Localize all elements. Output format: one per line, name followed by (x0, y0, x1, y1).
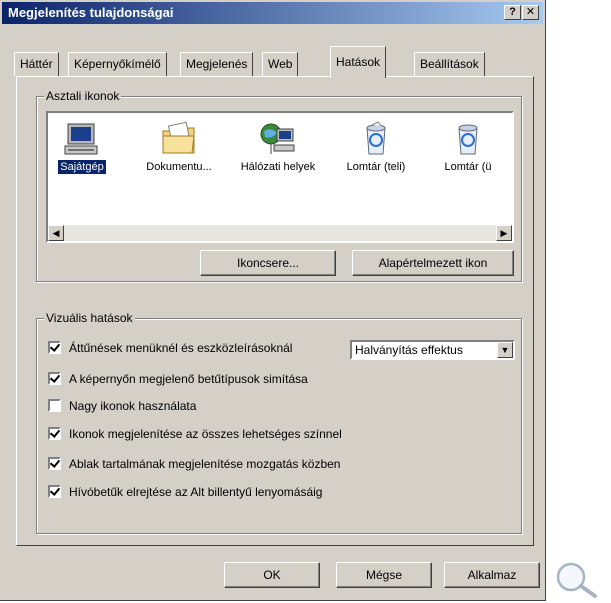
scroll-left-arrow-icon[interactable]: ◀ (48, 225, 64, 241)
checkbox-large-icons[interactable] (48, 399, 61, 413)
checkbox-transitions-label: Áttűnések menüknél és eszközleírásoknál (69, 340, 293, 355)
icon-item-network-places[interactable]: Hálózati helyek (230, 121, 326, 174)
checkbox-font-smoothing[interactable] (48, 372, 61, 386)
tab-appearance[interactable]: Megjelenés (180, 52, 254, 76)
desktop-icon-list[interactable]: Sajátgép Dokumentu... Hálózati helyek Lo… (46, 111, 514, 243)
checkbox-large-icons-label: Nagy ikonok használata (69, 398, 197, 413)
icon-item-documents[interactable]: Dokumentu... (134, 121, 224, 174)
recycle-bin-empty-icon (458, 124, 478, 155)
transition-effect-value: Halványítás effektus (355, 343, 463, 357)
computer-icon (64, 123, 98, 155)
display-properties-dialog: Megjelenítés tulajdonságai ? ✕ Háttér Ké… (0, 0, 546, 601)
tab-screensaver[interactable]: Képernyőkímélő (68, 52, 167, 76)
icon-list-horizontal-scrollbar[interactable]: ◀ ▶ (48, 225, 512, 241)
checkbox-transitions[interactable] (48, 341, 61, 355)
recycle-bin-full-icon (366, 121, 386, 155)
tab-effects[interactable]: Hatások (330, 46, 387, 78)
chevron-down-icon[interactable]: ▼ (497, 342, 513, 358)
checkbox-all-colors[interactable] (48, 427, 61, 441)
checkbox-hide-underlines-label: Hívóbetűk elrejtése az Alt billentyű len… (69, 484, 323, 499)
checkbox-hide-underlines[interactable] (48, 485, 61, 499)
icon-item-recycle-bin-empty[interactable]: Lomtár (ü (428, 121, 508, 174)
scroll-right-arrow-icon[interactable]: ▶ (496, 225, 512, 241)
default-icon-button[interactable]: Alapértelmezett ikon (352, 250, 514, 276)
ok-button[interactable]: OK (224, 562, 320, 588)
change-icon-button[interactable]: Ikoncsere... (200, 250, 336, 276)
icon-label-recycle-bin-full: Lomtár (teli) (346, 161, 406, 173)
checkbox-all-colors-label: Ikonok megjelenítése az összes lehetsége… (69, 426, 342, 441)
help-button[interactable]: ? (504, 5, 521, 20)
checkbox-large-icons-row[interactable]: Nagy ikonok használata (48, 398, 196, 418)
cancel-button[interactable]: Mégse (336, 562, 432, 588)
checkbox-all-colors-row[interactable]: Ikonok megjelenítése az összes lehetsége… (48, 426, 342, 446)
visual-effects-group-label: Vizuális hatások (44, 311, 135, 325)
window-title: Megjelenítés tulajdonságai (8, 5, 174, 20)
desktop-icons-group-label: Asztali ikonok (44, 89, 122, 103)
tab-background[interactable]: Háttér (14, 52, 59, 76)
checkbox-drag-contents-row[interactable]: Ablak tartalmának megjelenítése mozgatás… (48, 456, 340, 476)
checkbox-drag-contents-label: Ablak tartalmának megjelenítése mozgatás… (69, 456, 341, 471)
icon-label-computer: Sajátgép (57, 159, 107, 175)
icon-label-recycle-bin-empty: Lomtár (ü (444, 161, 492, 173)
icon-label-documents: Dokumentu... (146, 161, 212, 173)
icon-item-recycle-bin-full[interactable]: Lomtár (teli) (336, 121, 416, 174)
checkbox-font-smoothing-label: A képernyőn megjelenő betűtípusok simítá… (69, 371, 308, 386)
checkbox-transitions-row[interactable]: Áttűnések menüknél és eszközleírásoknál (48, 340, 292, 360)
network-places-icon (260, 123, 295, 154)
close-button[interactable]: ✕ (522, 5, 539, 20)
apply-button[interactable]: Alkalmaz (444, 562, 540, 588)
transition-effect-select[interactable]: Halványítás effektus ▼ (350, 340, 515, 360)
tab-settings[interactable]: Beállítások (414, 52, 485, 76)
folder-documents-icon (162, 121, 195, 154)
tab-web[interactable]: Web (262, 52, 299, 76)
icon-item-computer[interactable]: Sajátgép (52, 121, 112, 175)
icon-label-network-places: Hálózati helyek (240, 161, 316, 173)
checkbox-font-smoothing-row[interactable]: A képernyőn megjelenő betűtípusok simítá… (48, 371, 308, 391)
title-bar[interactable]: Megjelenítés tulajdonságai ? ✕ (2, 2, 543, 24)
checkbox-hide-underlines-row[interactable]: Hívóbetűk elrejtése az Alt billentyű len… (48, 484, 322, 504)
checkbox-drag-contents[interactable] (48, 457, 61, 471)
magnifier-icon[interactable] (553, 560, 603, 603)
